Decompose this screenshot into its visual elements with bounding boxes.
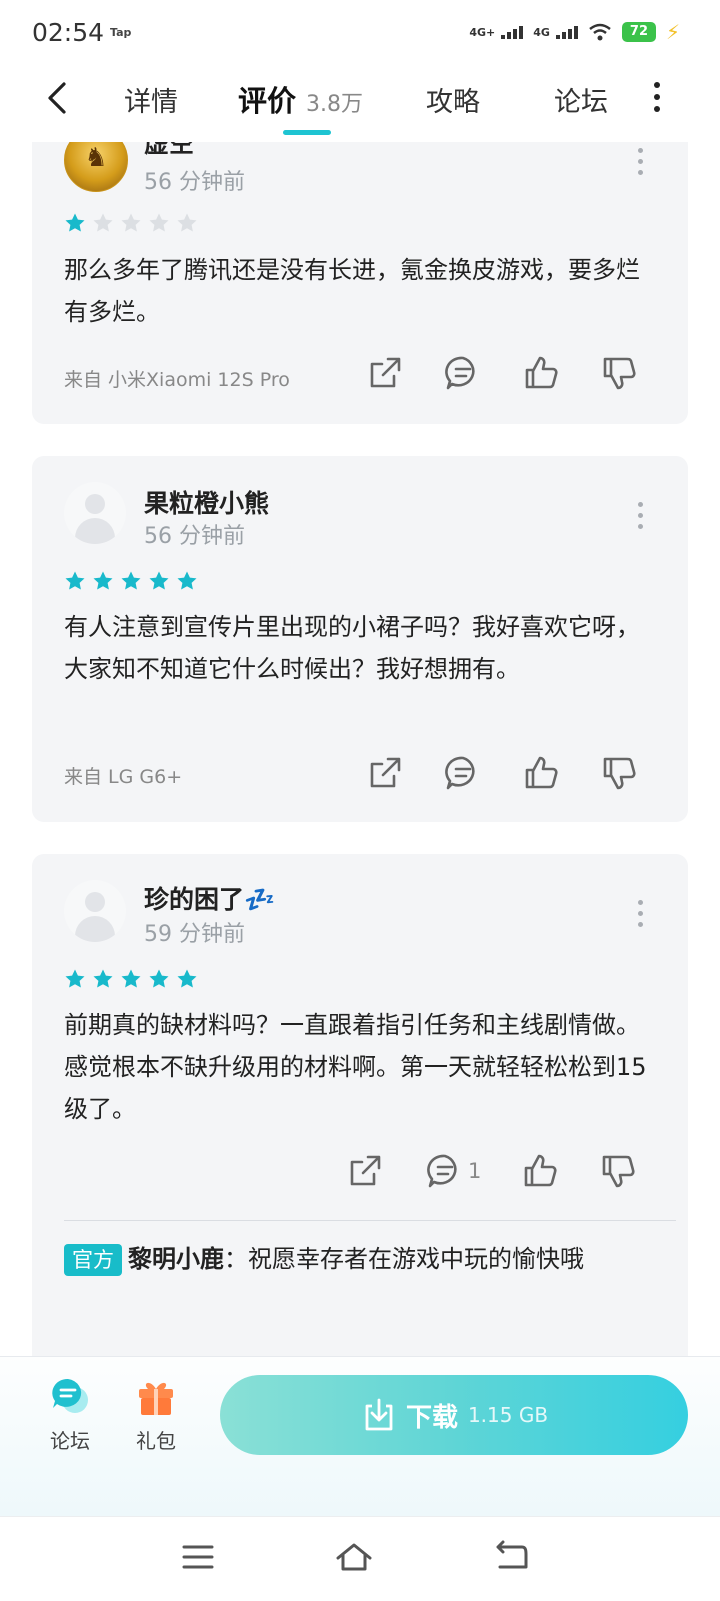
official-reply[interactable]: 官方 黎明小鹿：祝愿幸存者在游戏中玩的愉快哦 xyxy=(64,1238,654,1280)
home-icon[interactable] xyxy=(334,1537,374,1577)
more-options-icon[interactable] xyxy=(652,82,662,114)
share-icon[interactable] xyxy=(346,1152,384,1190)
star-rating xyxy=(64,968,198,990)
top-navigation: 详情 评价 3.8万 攻略 论坛 xyxy=(0,64,720,143)
review-device: 来自 LG G6+ xyxy=(64,766,183,788)
star-filled-icon xyxy=(149,571,169,590)
back-icon[interactable] xyxy=(492,1537,532,1577)
thumbs-down-icon[interactable] xyxy=(600,754,638,792)
signal-bars-icon xyxy=(555,25,578,39)
review-device: 来自 小米Xiaomi 12S Pro xyxy=(64,369,290,391)
review-more-icon[interactable] xyxy=(638,148,644,181)
active-tab-indicator xyxy=(283,130,331,135)
system-navigation-bar xyxy=(0,1516,720,1601)
review-more-icon[interactable] xyxy=(638,502,644,535)
back-arrow-icon[interactable] xyxy=(40,78,80,118)
review-text[interactable]: 有人注意到宣传片里出现的小裙子吗？我好喜欢它呀，大家知不知道它什么时候出？我好想… xyxy=(64,606,654,690)
thumbs-down-icon[interactable] xyxy=(599,1152,637,1190)
status-bar: 02:54 Tap 4G+ 4G 72 ⚡ xyxy=(0,0,720,64)
reply-author: 黎明小鹿 xyxy=(128,1245,224,1273)
signal-label-1: 4G+ xyxy=(469,25,496,39)
tab-forum[interactable]: 论坛 xyxy=(554,80,608,119)
review-more-icon[interactable] xyxy=(638,900,644,933)
menu-icon[interactable] xyxy=(178,1537,218,1577)
star-filled-icon xyxy=(65,969,85,988)
user-avatar[interactable]: ♞ xyxy=(64,142,128,192)
star-empty-icon xyxy=(149,213,169,232)
reply-divider xyxy=(64,1220,676,1221)
status-time: 02:54 xyxy=(32,18,105,47)
star-empty-icon xyxy=(177,213,197,232)
reply-separator: ： xyxy=(224,1245,248,1273)
review-actions xyxy=(366,754,638,792)
user-avatar[interactable] xyxy=(64,482,126,544)
signal-icon: 4G xyxy=(533,25,578,39)
signal-icon: 4G+ xyxy=(469,25,524,39)
star-filled-icon xyxy=(149,969,169,988)
signal-label-2: 4G xyxy=(533,25,550,39)
gift-icon xyxy=(139,1382,173,1415)
star-empty-icon xyxy=(121,213,141,232)
tab-details[interactable]: 详情 xyxy=(124,80,178,119)
review-text[interactable]: 那么多年了腾讯还是没有长进，氪金换皮游戏，要多烂有多烂。 xyxy=(64,249,654,333)
review-card: 果粒橙小熊 56 分钟前 有人注意到宣传片里出现的小裙子吗？我好喜欢它呀，大家知… xyxy=(32,456,688,822)
thumbs-down-icon[interactable] xyxy=(600,354,638,392)
star-filled-icon xyxy=(65,213,85,232)
download-size: 1.15 GB xyxy=(467,1403,549,1427)
star-filled-icon xyxy=(65,571,85,590)
signal-bars-icon xyxy=(501,25,524,39)
official-badge: 官方 xyxy=(64,1244,122,1276)
gift-label: 礼包 xyxy=(136,1429,176,1453)
review-username[interactable]: 珍的困了💤 xyxy=(144,880,275,916)
review-count: 3.8万 xyxy=(306,92,364,117)
status-icons: 4G+ 4G 72 ⚡ xyxy=(469,20,680,44)
review-card: ♞ 虚空 56 分钟前 那么多年了腾讯还是没有长进，氪金换皮游戏，要多烂有多烂。… xyxy=(32,142,688,424)
star-filled-icon xyxy=(177,969,197,988)
share-icon[interactable] xyxy=(366,754,404,792)
charging-icon: ⚡ xyxy=(665,20,680,44)
comment-icon[interactable] xyxy=(444,754,482,792)
review-username[interactable]: 果粒橙小熊 xyxy=(144,484,269,520)
tab-guides[interactable]: 攻略 xyxy=(426,80,480,119)
review-time: 59 分钟前 xyxy=(144,922,245,947)
review-time: 56 分钟前 xyxy=(144,170,245,195)
wifi-icon xyxy=(589,23,611,41)
gift-button[interactable]: 礼包 xyxy=(126,1375,186,1454)
star-rating xyxy=(64,212,198,234)
review-time: 56 分钟前 xyxy=(144,524,245,549)
review-username[interactable]: 虚空 xyxy=(144,142,194,160)
forum-icon xyxy=(52,1378,88,1413)
thumbs-up-icon[interactable] xyxy=(522,754,560,792)
tab-reviews-label: 评价 xyxy=(238,84,297,118)
status-app-badge: Tap xyxy=(110,26,132,39)
user-avatar[interactable] xyxy=(64,880,126,942)
star-filled-icon xyxy=(121,969,141,988)
reply-text: 祝愿幸存者在游戏中玩的愉快哦 xyxy=(248,1245,584,1273)
bottom-action-bar: 论坛 礼包 下载 1.15 GB xyxy=(0,1356,720,1517)
review-text[interactable]: 前期真的缺材料吗？一直跟着指引任务和主线剧情做。感觉根本不缺升级用的材料啊。第一… xyxy=(64,1004,654,1130)
star-rating xyxy=(64,570,198,592)
thumbs-up-icon[interactable] xyxy=(522,354,560,392)
star-empty-icon xyxy=(93,213,113,232)
comment-count: 1 xyxy=(468,1159,482,1183)
review-actions: 1 xyxy=(346,1152,637,1190)
star-filled-icon xyxy=(121,571,141,590)
battery-icon: 72 xyxy=(621,22,656,42)
tab-reviews[interactable]: 评价 3.8万 xyxy=(238,78,363,120)
comment-icon[interactable] xyxy=(444,354,482,392)
review-actions xyxy=(366,354,638,392)
star-filled-icon xyxy=(93,571,113,590)
review-card: 珍的困了💤 59 分钟前 前期真的缺材料吗？一直跟着指引任务和主线剧情做。感觉根… xyxy=(32,854,688,1356)
forum-button[interactable]: 论坛 xyxy=(40,1375,100,1454)
star-filled-icon xyxy=(177,571,197,590)
star-filled-icon xyxy=(93,969,113,988)
download-label: 下载 xyxy=(405,1402,458,1433)
download-icon xyxy=(365,1398,393,1431)
reviews-list[interactable]: ♞ 虚空 56 分钟前 那么多年了腾讯还是没有长进，氪金换皮游戏，要多烂有多烂。… xyxy=(0,142,720,1356)
share-icon[interactable] xyxy=(366,354,404,392)
forum-label: 论坛 xyxy=(50,1429,90,1453)
download-button[interactable]: 下载 1.15 GB xyxy=(220,1375,688,1455)
thumbs-up-icon[interactable] xyxy=(521,1152,559,1190)
comment-icon[interactable] xyxy=(426,1152,464,1190)
